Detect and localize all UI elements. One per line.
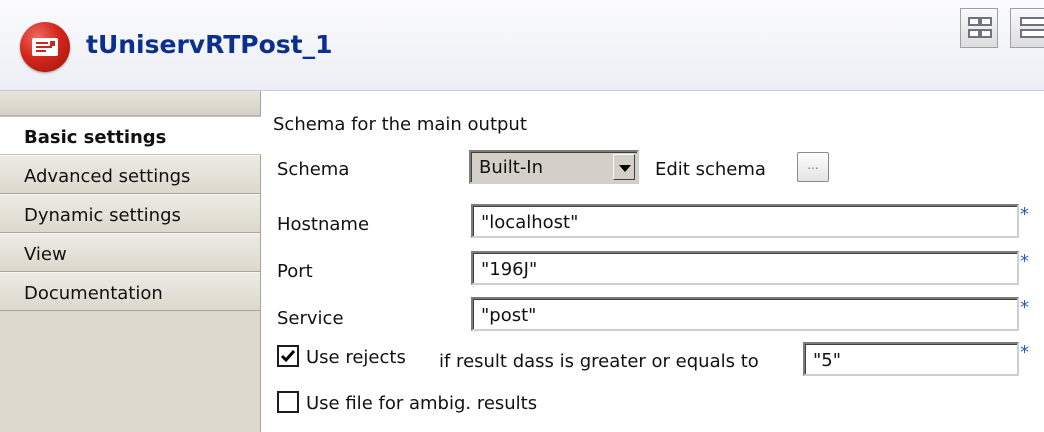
chevron-down-icon[interactable]	[613, 154, 635, 180]
section-title: Schema for the main output	[273, 114, 527, 135]
use-rejects-label: Use rejects	[306, 347, 406, 368]
schema-select[interactable]: Built-In	[469, 150, 639, 184]
grid-layout-button[interactable]	[960, 8, 998, 48]
component-header: tUniservRTPost_1	[0, 0, 1044, 91]
tab-dynamic-settings[interactable]: Dynamic settings	[0, 194, 260, 233]
schema-select-value: Built-In	[479, 157, 544, 178]
checkmark-icon	[280, 350, 296, 363]
tab-advanced-settings[interactable]: Advanced settings	[0, 155, 260, 194]
basic-settings-panel: Schema for the main output Schema Built-…	[261, 91, 1044, 432]
reject-threshold-field[interactable]: "5"	[803, 342, 1019, 376]
use-file-ambig-label: Use file for ambig. results	[306, 393, 538, 414]
use-rejects-checkbox[interactable]	[277, 345, 299, 367]
component-title: tUniservRTPost_1	[86, 30, 333, 59]
service-label: Service	[277, 308, 344, 329]
sidebar-top-strip	[0, 91, 260, 116]
port-field[interactable]: "196J"	[471, 251, 1019, 285]
service-required-marker: *	[1020, 297, 1029, 318]
hostname-label: Hostname	[277, 214, 370, 235]
row-layout-button[interactable]	[1010, 8, 1044, 48]
port-label: Port	[277, 261, 313, 282]
use-file-ambig-checkbox[interactable]	[277, 391, 299, 413]
edit-schema-label: Edit schema	[655, 159, 766, 180]
service-field[interactable]: "post"	[471, 297, 1019, 331]
settings-sidebar: Basic settings Advanced settings Dynamic…	[0, 91, 261, 432]
tab-documentation[interactable]: Documentation	[0, 272, 260, 311]
tab-basic-settings[interactable]: Basic settings	[0, 116, 261, 155]
hostname-required-marker: *	[1020, 204, 1029, 225]
schema-label: Schema	[277, 159, 350, 180]
hostname-field[interactable]: "localhost"	[471, 204, 1019, 238]
mail-post-icon	[20, 22, 70, 72]
reject-threshold-label: if result dass is greater or equals to	[439, 351, 759, 372]
threshold-required-marker: *	[1020, 342, 1029, 363]
edit-schema-button[interactable]: ...	[797, 152, 829, 182]
tab-view[interactable]: View	[0, 233, 260, 272]
port-required-marker: *	[1020, 251, 1029, 272]
